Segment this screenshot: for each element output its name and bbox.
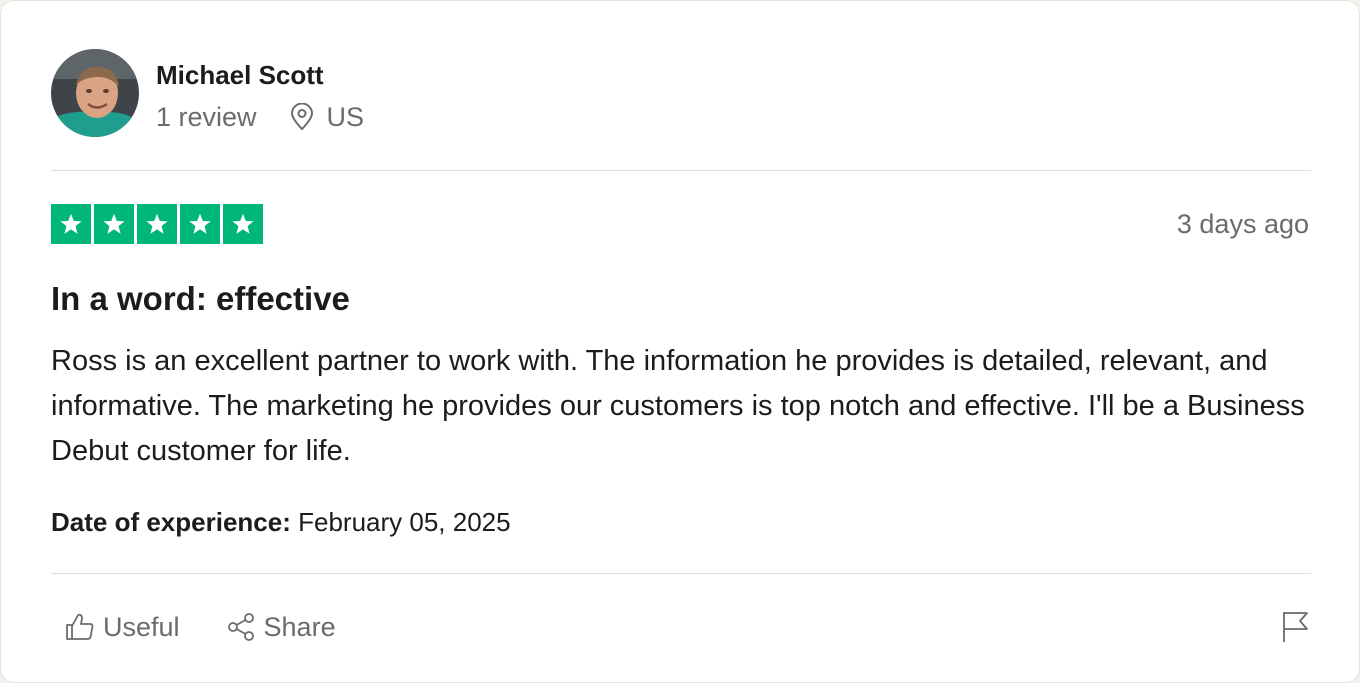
star-5 [223, 204, 263, 244]
date-of-experience: Date of experience: February 05, 2025 [51, 506, 511, 538]
star-4 [180, 204, 220, 244]
star-rating [51, 204, 263, 244]
consumer-name[interactable]: Michael Scott [156, 60, 364, 90]
star-icon [189, 213, 211, 234]
avatar-photo-icon [51, 49, 139, 137]
star-icon [60, 213, 82, 234]
consumer-location: US [290, 101, 365, 133]
flag-icon [1283, 612, 1308, 642]
review-count: 1 review [156, 101, 257, 132]
experience-label: Date of experience: [51, 507, 291, 537]
star-icon [146, 213, 168, 234]
review-date: 3 days ago [1176, 209, 1309, 239]
star-1 [51, 204, 91, 244]
thumbs-up-icon [66, 613, 94, 640]
star-2 [94, 204, 134, 244]
review-card: Michael Scott 1 review US 3 days ago In … [0, 0, 1360, 683]
consumer-meta: 1 review US [156, 101, 364, 133]
experience-date: February 05, 2025 [298, 507, 511, 537]
report-button[interactable] [1280, 610, 1310, 649]
share-label: Share [263, 612, 336, 642]
star-icon [232, 213, 254, 234]
share-icon [227, 613, 254, 641]
consumer-header: Michael Scott 1 review US [51, 49, 364, 137]
useful-label: Useful [103, 612, 180, 642]
useful-button[interactable]: Useful [65, 609, 180, 645]
star-3 [137, 204, 177, 244]
divider-top [51, 170, 1311, 171]
avatar[interactable] [51, 49, 139, 137]
consumer-info: Michael Scott 1 review US [156, 54, 364, 133]
review-body: Ross is an excellent partner to work wit… [51, 345, 1305, 467]
location-pin-icon [290, 102, 313, 130]
review-title[interactable]: In a word: effective [51, 279, 350, 319]
review-actions: Useful Share [65, 609, 336, 645]
location-text: US [326, 101, 365, 132]
divider-bottom [51, 573, 1311, 574]
share-button[interactable]: Share [226, 609, 336, 645]
star-icon [103, 213, 125, 234]
